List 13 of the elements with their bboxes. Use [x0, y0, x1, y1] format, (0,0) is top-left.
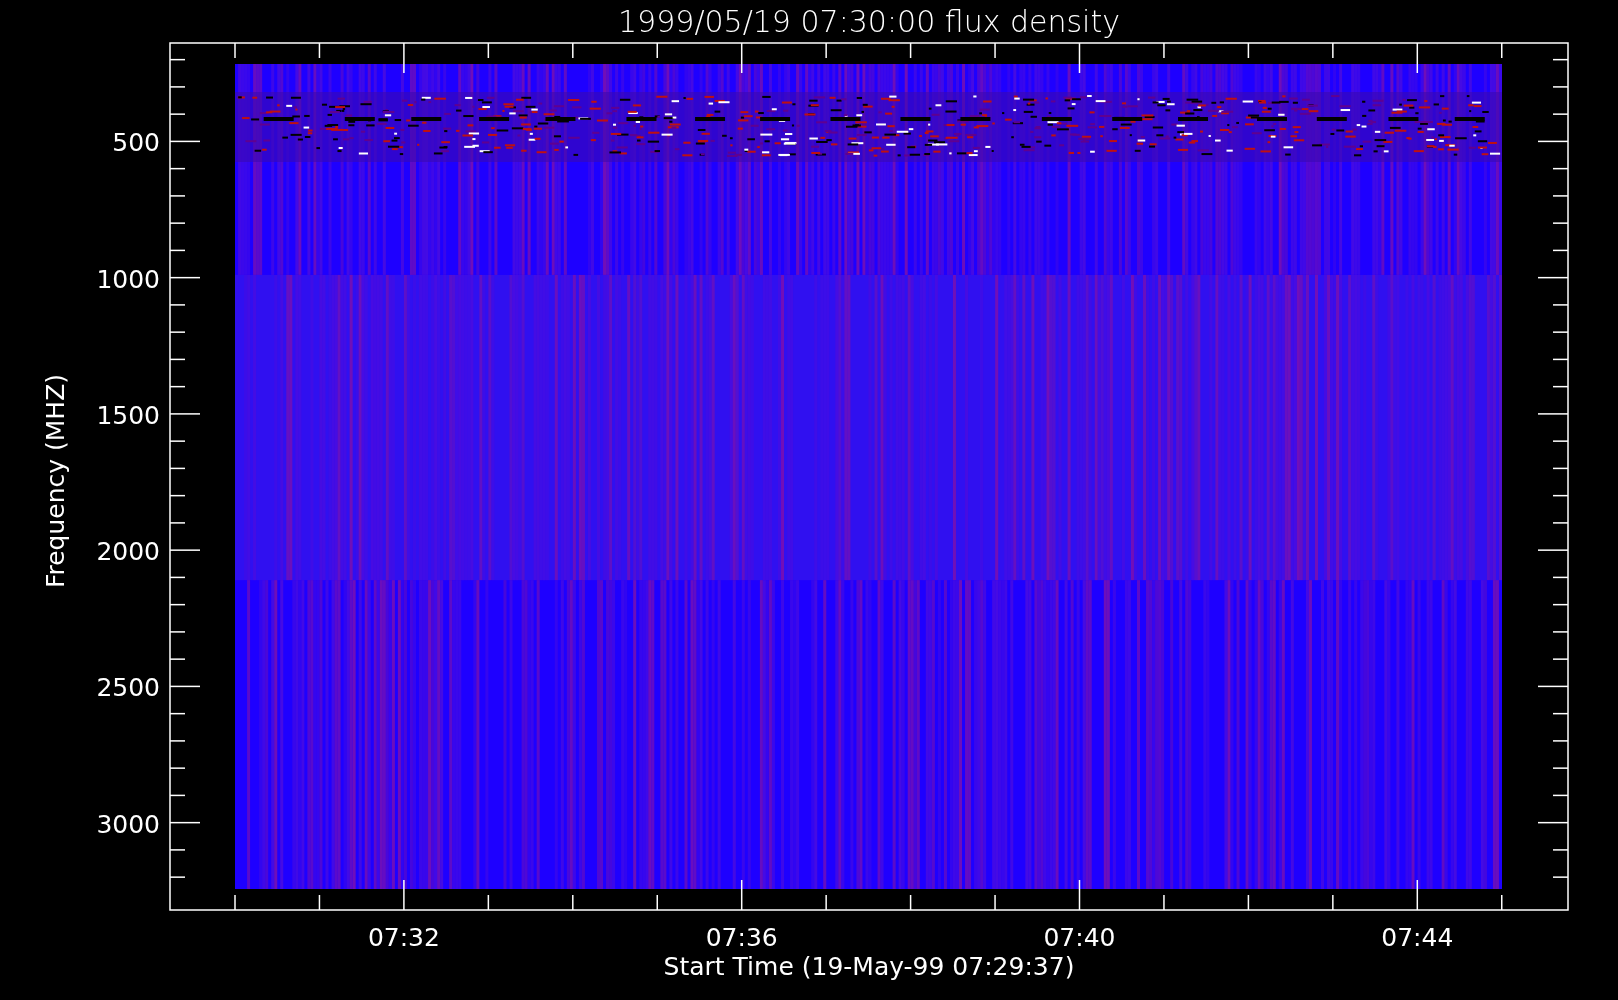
- x-tick-label: 07:40: [1043, 923, 1116, 952]
- y-tick-label: 2500: [96, 673, 160, 703]
- x-tick-label: 07:32: [367, 923, 440, 952]
- y-tick-label: 1000: [96, 264, 160, 294]
- y-axis-label: Frequency (MHZ): [41, 373, 70, 589]
- x-tick-label: 07:44: [1381, 923, 1454, 952]
- y-tick-label: 2000: [96, 537, 160, 567]
- y-tick-label: 1500: [96, 400, 160, 430]
- y-tick-label: 500: [112, 128, 160, 158]
- x-axis-label: Start Time (19-May-99 07:29:37): [663, 952, 1075, 981]
- plot-title: 1999/05/19 07:30:00 flux density: [618, 4, 1120, 39]
- x-tick-label: 07:36: [705, 923, 778, 952]
- y-tick-label: 3000: [96, 809, 160, 839]
